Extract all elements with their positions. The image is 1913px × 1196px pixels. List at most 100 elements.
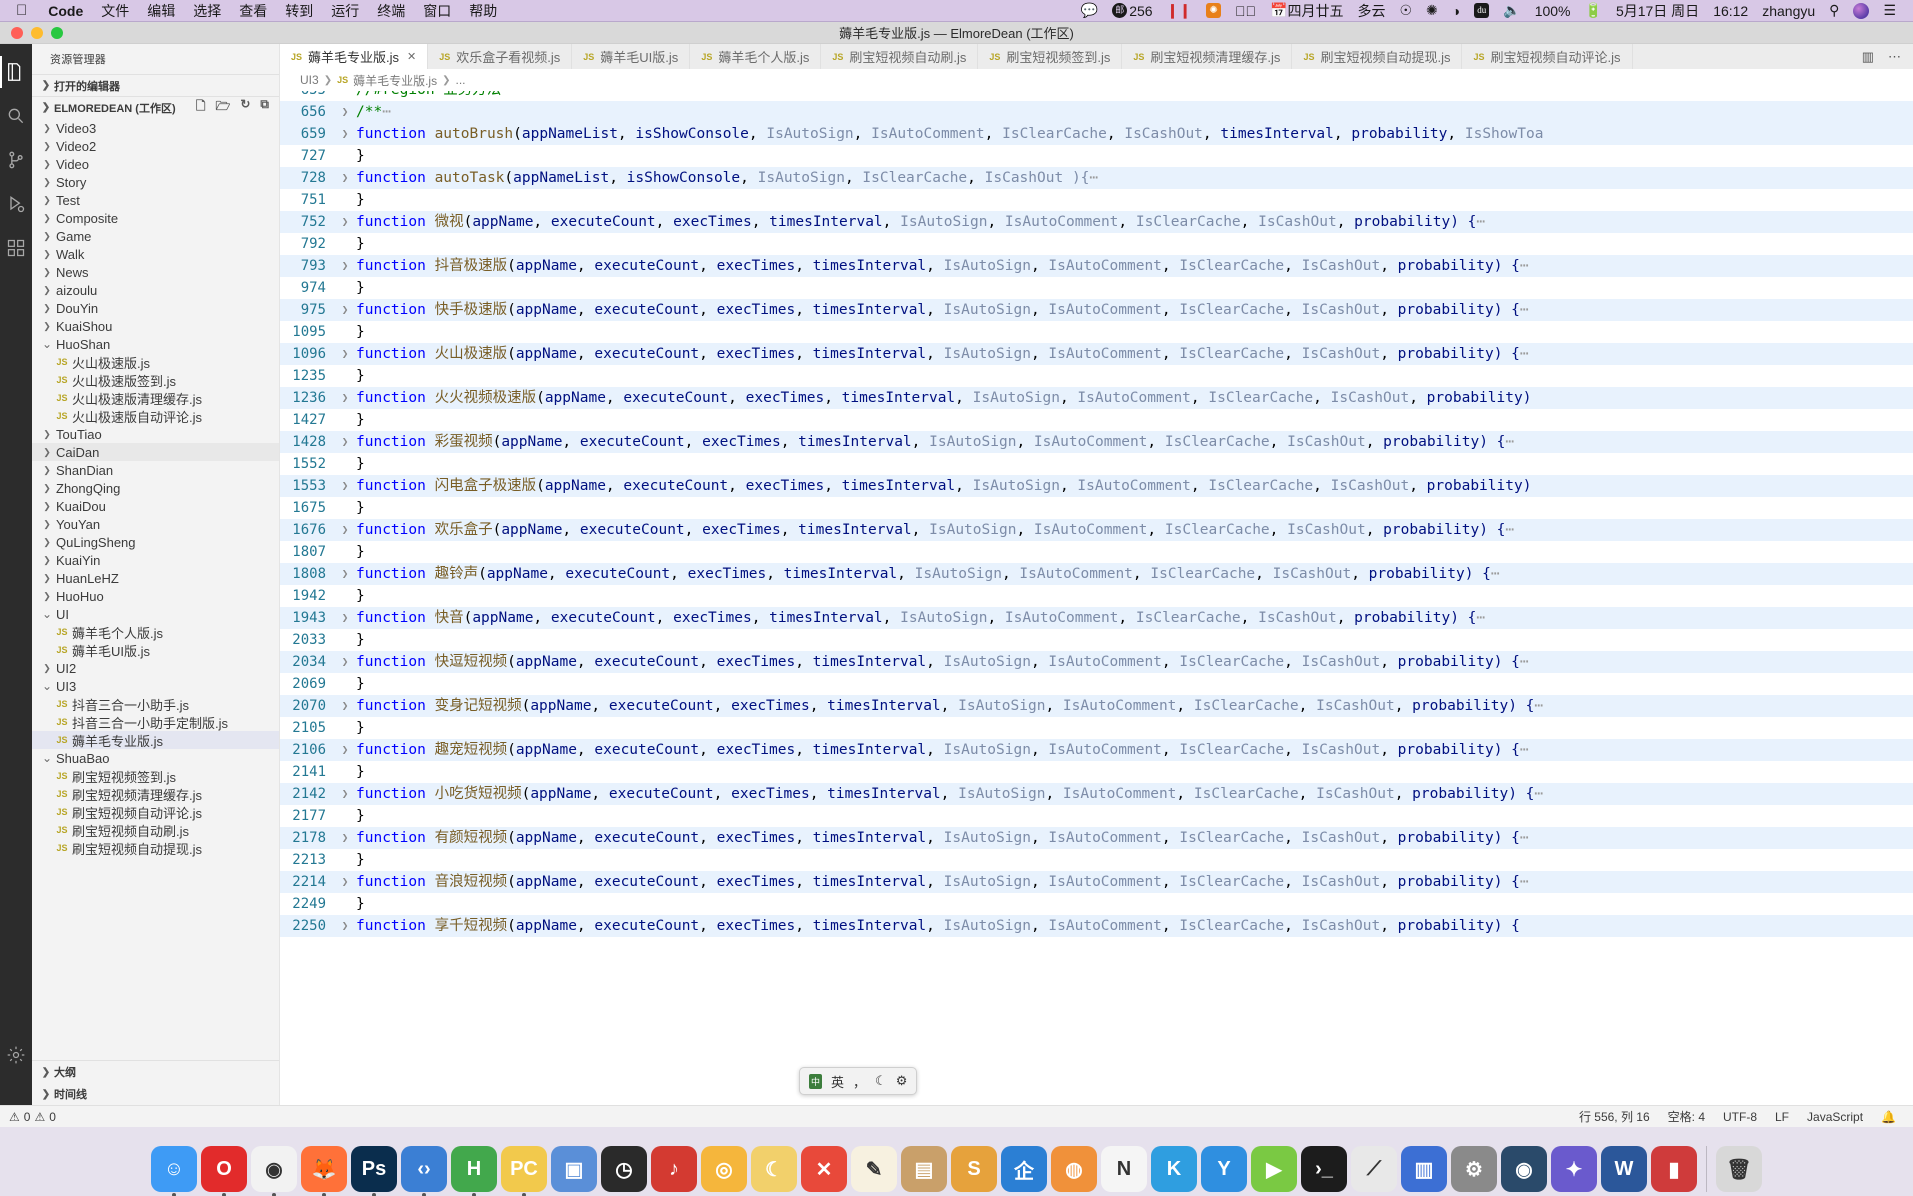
dock-item-settings[interactable]: ⚙ (1451, 1146, 1497, 1192)
code-line[interactable]: 2033} (280, 629, 1913, 651)
fold-chevron-icon[interactable]: ❯ (336, 255, 354, 277)
tree-file-row[interactable]: JS 薅羊毛专业版.js (32, 731, 279, 749)
editor-tabs[interactable]: JS 薅羊毛专业版.js ✕ JS 欢乐盒子看视频.js JS 薅羊毛UI版.js JS 薅羊毛… (280, 44, 1913, 69)
date-text[interactable]: 5月17日 周日 (1609, 1, 1706, 21)
breadcrumb-file[interactable]: 薅羊毛专业版.js (353, 72, 437, 89)
dock-item-photoshop[interactable]: Ps (351, 1146, 397, 1192)
tree-file-row[interactable]: JS 薅羊毛个人版.js (32, 623, 279, 641)
tree-folder-row[interactable]: ❯ KuaiShou (32, 317, 279, 335)
editor-tab[interactable]: JS 薅羊毛专业版.js ✕ (280, 44, 429, 69)
close-window-button[interactable] (11, 26, 23, 39)
code-line[interactable]: 2213} (280, 849, 1913, 871)
code-line[interactable]: 1095} (280, 321, 1913, 343)
tree-folder-row[interactable]: ❯ HuanLeHZ (32, 569, 279, 587)
code-line[interactable]: 1942} (280, 585, 1913, 607)
dock[interactable]: ☺ O ◉ 🦊 Ps ‹› H PC ▣ ◷ ♪ ◎ ☾ ✕ ✎ ▤ S 企 ◍ N K Y ▶ ›_ ⟋ ▥ ⚙ ◉ ✦ W ▮ 🗑 (0, 1127, 1913, 1196)
dock-item-hbuilder[interactable]: H (451, 1146, 497, 1192)
code-line[interactable]: 2141} (280, 761, 1913, 783)
spotlight-icon[interactable]: ⚲ (1822, 2, 1846, 19)
tree-folder-row[interactable]: ❯ ZhongQing (32, 479, 279, 497)
code-line[interactable]: 727} (280, 145, 1913, 167)
editor-tab[interactable]: JS 薅羊毛个人版.js (690, 44, 822, 69)
eol[interactable]: LF (1766, 1110, 1798, 1124)
fold-chevron-icon[interactable]: ❯ (336, 783, 354, 805)
tree-folder-row[interactable]: ❯ News (32, 263, 279, 281)
tree-folder-row[interactable]: ❯ CaiDan (32, 443, 279, 461)
apple-icon[interactable]:  (0, 3, 39, 18)
code-line[interactable]: 975 ❯ function 快手极速版(appName, executeCount… (280, 299, 1913, 321)
tree-folder-row[interactable]: ❯ Game (32, 227, 279, 245)
battery-icon[interactable]: 🔋 (1578, 2, 1609, 19)
code-line[interactable]: 659 ❯ function autoBrush(appNameList, isSh… (280, 123, 1913, 145)
activity-run-debug-icon[interactable] (0, 182, 32, 226)
code-line[interactable]: 1808 ❯ function 趣铃声(appName, executeCount,… (280, 563, 1913, 585)
calendar-item[interactable]: 📅 四月廿五 (1263, 1, 1350, 21)
tree-folder-row[interactable]: ⌄ UI (32, 605, 279, 623)
code-line[interactable]: 1675} (280, 497, 1913, 519)
chevron-right-icon[interactable]: ❯ (40, 285, 54, 296)
tree-folder-row[interactable]: ⌄ UI3 (32, 677, 279, 695)
activity-source-control-icon[interactable] (0, 138, 32, 182)
new-folder-icon[interactable]: 🗁 (215, 97, 230, 118)
tree-file-row[interactable]: JS 刷宝短视频清理缓存.js (32, 785, 279, 803)
fold-chevron-icon[interactable]: ❯ (336, 123, 354, 145)
tree-file-row[interactable]: JS 火山极速版.js (32, 353, 279, 371)
chevron-right-icon[interactable]: ❯ (40, 177, 54, 188)
chevron-right-icon[interactable]: ❯ (40, 591, 54, 602)
tree-file-row[interactable]: JS 抖音三合一小助手.js (32, 695, 279, 713)
activity-explorer-icon[interactable] (0, 50, 32, 94)
code-line[interactable]: 793 ❯ function 抖音极速版(appName, executeCount… (280, 255, 1913, 277)
code-line[interactable]: 1428 ❯ function 彩蛋视频(appName, executeCount… (280, 431, 1913, 453)
cursor-position[interactable]: 行 556, 列 16 (1570, 1108, 1659, 1125)
time-text[interactable]: 16:12 (1706, 3, 1755, 19)
chevron-right-icon[interactable]: ❯ (40, 159, 54, 170)
dock-item-word[interactable]: W (1601, 1146, 1647, 1192)
chevron-right-icon[interactable]: ❯ (40, 267, 54, 278)
dock-item-vscode[interactable]: ‹› (401, 1146, 447, 1192)
tree-folder-row[interactable]: ❯ Story (32, 173, 279, 191)
editor-tab[interactable]: JS 刷宝短视频自动提现.js (1292, 44, 1463, 69)
dock-item-charts[interactable]: ▥ (1401, 1146, 1447, 1192)
ime-language-label[interactable]: 英 (831, 1072, 844, 1091)
fold-chevron-icon[interactable]: ❯ (336, 871, 354, 893)
ime-moon-icon[interactable]: ☾ (875, 1073, 887, 1089)
code-line[interactable]: 2069} (280, 673, 1913, 695)
file-tree[interactable]: ❯ Video3 ❯ Video2 ❯ Video ❯ Story ❯ Test ❯ Composit… (32, 118, 279, 1060)
wifi-icon[interactable]: ◑ (1445, 3, 1467, 19)
ime-gear-icon[interactable]: ⚙ (896, 1073, 908, 1089)
menu-selection[interactable]: 选择 (184, 1, 230, 21)
tree-file-row[interactable]: JS 抖音三合一小助手定制版.js (32, 713, 279, 731)
chevron-right-icon[interactable]: ❯ (40, 537, 54, 548)
activity-extensions-icon[interactable] (0, 226, 32, 270)
dock-item-safari[interactable]: ◍ (1051, 1146, 1097, 1192)
volume-icon[interactable]: 🔈 (1496, 2, 1527, 19)
fold-chevron-icon[interactable]: ❯ (336, 343, 354, 365)
code-line[interactable]: 2105} (280, 717, 1913, 739)
fold-chevron-icon[interactable]: ❯ (336, 651, 354, 673)
fold-chevron-icon[interactable]: ❯ (336, 475, 354, 497)
notifications-bell-icon[interactable]: 🔔 (1872, 1110, 1905, 1124)
tree-folder-row[interactable]: ❯ HuoHuo (32, 587, 279, 605)
dock-item-player[interactable]: ▶ (1251, 1146, 1297, 1192)
breadcrumb-root[interactable]: UI3 (300, 73, 319, 87)
activity-settings-gear-icon[interactable] (0, 1033, 32, 1077)
dock-item-sublime[interactable]: S (951, 1146, 997, 1192)
fold-chevron-icon[interactable]: ❯ (336, 519, 354, 541)
dock-item-youku[interactable]: Y (1201, 1146, 1247, 1192)
ime-popup[interactable]: 中 英 ， ☾ ⚙ (799, 1067, 917, 1095)
check-circle-icon[interactable]: ✓⃝ (1228, 3, 1263, 19)
dock-item-clock[interactable]: ◷ (601, 1146, 647, 1192)
fold-chevron-icon[interactable]: ❯ (336, 739, 354, 761)
code-line[interactable]: 751} (280, 189, 1913, 211)
chevron-right-icon[interactable]: ❯ (40, 303, 54, 314)
activity-search-icon[interactable] (0, 94, 32, 138)
dock-item-activity-monitor[interactable]: ⟋ (1351, 1146, 1397, 1192)
tree-file-row[interactable]: JS 刷宝短视频自动刷.js (32, 821, 279, 839)
code-line[interactable]: 2250 ❯ function 享千短视频(appName, executeCoun… (280, 915, 1913, 937)
dock-item-files[interactable]: ▤ (901, 1146, 947, 1192)
fold-chevron-icon[interactable]: ❯ (336, 101, 354, 123)
tree-folder-row[interactable]: ❯ QuLingSheng (32, 533, 279, 551)
problems-indicator[interactable]: ⚠ 0 ⚠ 0 (0, 1110, 65, 1124)
chevron-right-icon[interactable]: ❯ (40, 249, 54, 260)
battery-percent[interactable]: 100% (1528, 3, 1578, 19)
